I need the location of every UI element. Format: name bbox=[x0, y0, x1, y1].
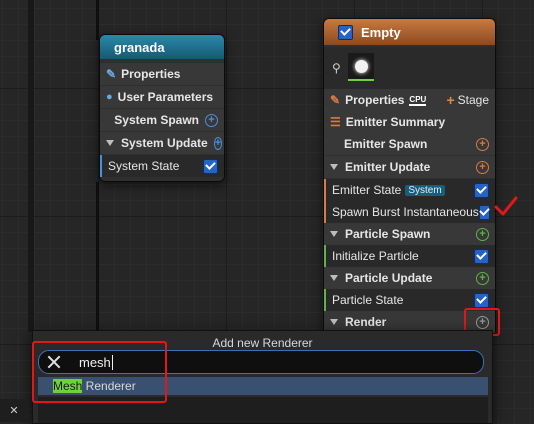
collapse-triangle-icon[interactable] bbox=[330, 231, 338, 237]
emitter-node[interactable]: Empty ⚲ ✎ Properties CPU + Stage ☰ Emitt… bbox=[323, 18, 496, 336]
system-properties-label: Properties bbox=[121, 67, 181, 81]
spawn-burst-checkbox[interactable] bbox=[478, 204, 490, 220]
graph-wire bbox=[96, 0, 99, 40]
annotation-box-search-result bbox=[32, 341, 167, 403]
emitter-spawn-row[interactable]: Emitter Spawn + bbox=[324, 133, 495, 155]
particle-spawn-label: Particle Spawn bbox=[345, 227, 431, 241]
collapse-triangle-icon[interactable] bbox=[330, 275, 338, 281]
stage-label: Stage bbox=[457, 93, 489, 107]
system-node-title: granada bbox=[114, 39, 165, 55]
emitter-state-checkbox[interactable] bbox=[474, 182, 489, 198]
particle-state-checkbox[interactable] bbox=[474, 292, 489, 308]
initialize-particle-row[interactable]: Initialize Particle bbox=[324, 245, 495, 267]
particle-sprite-icon bbox=[354, 59, 368, 73]
user-parameters-label: User Parameters bbox=[117, 90, 214, 104]
emitter-state-label: Emitter State bbox=[332, 183, 402, 197]
emitter-summary-label: Emitter Summary bbox=[345, 115, 446, 129]
user-icon: ● bbox=[106, 91, 113, 103]
cpu-badge: CPU bbox=[409, 94, 427, 106]
pencil-icon: ✎ bbox=[106, 67, 117, 81]
annotation-checkmark-icon bbox=[494, 196, 518, 216]
collapse-triangle-icon[interactable] bbox=[106, 140, 114, 146]
add-module-icon[interactable]: + bbox=[476, 137, 489, 151]
add-module-icon[interactable]: + bbox=[476, 227, 489, 241]
system-tag: System bbox=[405, 184, 445, 196]
close-icon[interactable]: ✕ bbox=[0, 399, 28, 422]
emitter-node-title: Empty bbox=[361, 24, 401, 40]
emitter-update-label: Emitter Update bbox=[345, 160, 431, 174]
pencil-icon: ✎ bbox=[330, 93, 341, 107]
system-properties-row[interactable]: ✎ Properties bbox=[100, 63, 224, 85]
graph-wire bbox=[28, 0, 34, 332]
system-spawn-label: System Spawn bbox=[114, 113, 199, 127]
particle-update-row[interactable]: Particle Update + bbox=[324, 267, 495, 289]
add-module-icon[interactable]: + bbox=[476, 160, 489, 174]
emitter-update-row[interactable]: Emitter Update + bbox=[324, 156, 495, 178]
particle-spawn-row[interactable]: Particle Spawn + bbox=[324, 223, 495, 245]
user-parameters-row[interactable]: ● User Parameters bbox=[100, 86, 224, 108]
system-node-header[interactable]: granada bbox=[100, 35, 224, 59]
system-state-row[interactable]: System State bbox=[100, 155, 224, 177]
system-state-checkbox[interactable] bbox=[203, 158, 218, 174]
initialize-particle-label: Initialize Particle bbox=[332, 249, 419, 263]
spawn-burst-label: Spawn Burst Instantaneous bbox=[332, 205, 479, 219]
graph-wire bbox=[96, 182, 99, 332]
add-module-icon[interactable]: + bbox=[213, 136, 223, 150]
emitter-spawn-label: Emitter Spawn bbox=[344, 137, 428, 151]
pin-icon[interactable]: ⚲ bbox=[332, 61, 341, 75]
particle-update-label: Particle Update bbox=[345, 271, 433, 285]
emitter-thumbnail[interactable] bbox=[348, 53, 374, 81]
add-module-icon[interactable]: + bbox=[205, 113, 218, 127]
system-state-label: System State bbox=[108, 159, 180, 173]
collapse-triangle-icon[interactable] bbox=[330, 164, 338, 170]
emitter-enabled-checkbox[interactable] bbox=[338, 24, 353, 40]
list-icon: ☰ bbox=[330, 115, 341, 129]
emitter-properties-label: Properties bbox=[345, 93, 405, 107]
system-spawn-row[interactable]: System Spawn + bbox=[100, 109, 224, 131]
plus-icon: + bbox=[446, 92, 455, 108]
collapse-triangle-icon[interactable] bbox=[330, 319, 338, 325]
add-stage-button[interactable]: + Stage bbox=[446, 92, 489, 108]
render-label: Render bbox=[345, 315, 387, 329]
system-update-label: System Update bbox=[121, 136, 208, 150]
particle-state-label: Particle State bbox=[332, 293, 404, 307]
emitter-properties-row[interactable]: ✎ Properties CPU + Stage bbox=[324, 89, 495, 111]
emitter-thumbnail-row: ⚲ bbox=[324, 47, 495, 89]
emitter-summary-row[interactable]: ☰ Emitter Summary bbox=[324, 111, 495, 133]
emitter-node-header[interactable]: Empty bbox=[324, 19, 495, 45]
add-module-icon[interactable]: + bbox=[476, 271, 489, 285]
spawn-burst-row[interactable]: Spawn Burst Instantaneous bbox=[324, 201, 495, 223]
initialize-particle-checkbox[interactable] bbox=[474, 248, 489, 264]
system-node[interactable]: granada ✎ Properties ● User Parameters S… bbox=[99, 34, 225, 182]
system-update-row[interactable]: System Update + bbox=[100, 132, 224, 154]
emitter-state-row[interactable]: Emitter State System bbox=[324, 179, 495, 201]
